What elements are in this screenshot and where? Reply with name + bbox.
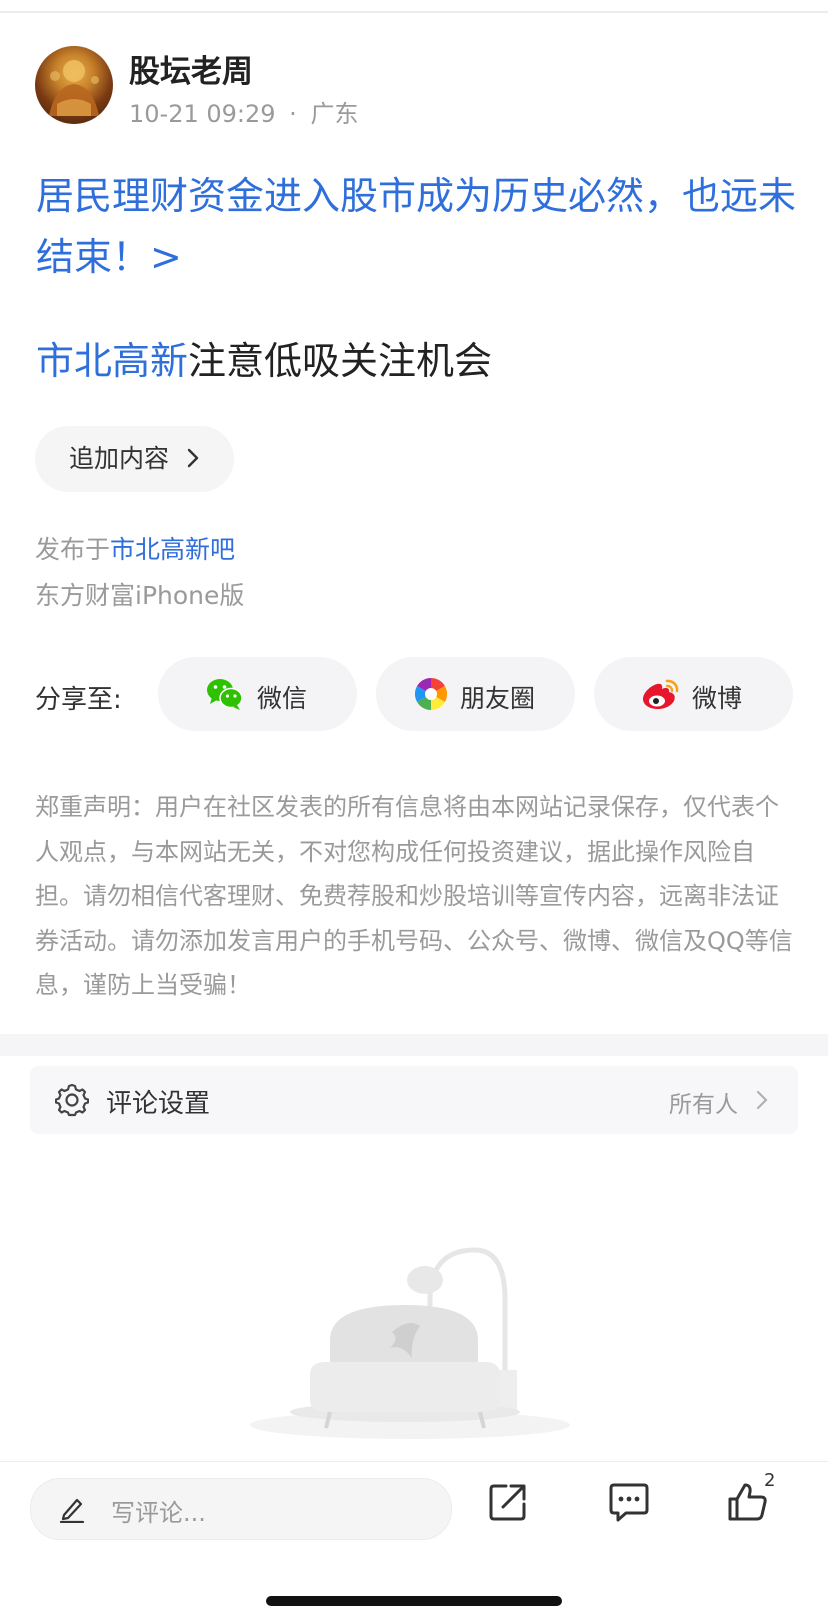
share-moments-label: 朋友圈 [460,684,536,713]
gear-icon [55,1083,89,1117]
append-content-button[interactable]: 追加内容 [35,426,234,492]
published-prefix: 发布于 [35,535,111,564]
empty-comments-illustration [250,1247,570,1439]
share-external-icon[interactable] [488,1482,528,1522]
comment-settings-label: 评论设置 [106,1089,211,1119]
share-weibo-button[interactable]: 微博 [594,657,793,731]
disclaimer-text: 郑重声明：用户在社区发表的所有信息将由本网站记录保存，仅代表个人观点，与本网站无… [35,793,793,999]
share-wechat-button[interactable]: 微信 [158,657,357,731]
device-source: 东方财富iPhone版 [35,581,245,610]
share-moments-button[interactable]: 朋友圈 [376,657,575,731]
post-subtitle: 市北高新注意低吸关注机会 [36,330,492,385]
weibo-icon [643,679,679,709]
author-name[interactable]: 股坛老周 [129,46,253,91]
post-location: 广东 [310,100,359,128]
post-meta: 10-21 09:29 · 广东 [129,94,358,129]
comment-icon[interactable] [608,1482,650,1522]
stock-tag-link[interactable]: 市北高新 [36,339,188,383]
avatar[interactable] [35,46,113,124]
headline-link[interactable]: 居民理财资金进入股市成为历史必然，也远未结束！> [36,166,796,288]
pencil-icon [59,1498,85,1523]
top-divider [0,11,828,13]
chevron-right-icon [187,448,199,468]
share-weibo-label: 微博 [692,684,743,713]
comment-settings-row[interactable]: 评论设置 所有人 [30,1066,798,1134]
comment-settings-value: 所有人 [669,1092,738,1118]
published-info: 发布于市北高新吧 [35,530,235,566]
wechat-icon [207,679,243,710]
write-comment-input[interactable]: 写评论... [30,1478,452,1540]
section-separator [0,1034,828,1056]
bottom-action-bar: 写评论... 2 [0,1461,828,1621]
meta-dot: · [289,100,297,128]
comment-placeholder: 写评论... [111,1499,206,1527]
subtitle-text: 注意低吸关注机会 [188,339,493,383]
chevron-right-icon [756,1090,768,1110]
forum-bar-link[interactable]: 市北高新吧 [110,535,235,564]
share-label: 分享至: [35,685,122,715]
thumbs-up-icon[interactable] [727,1482,769,1522]
append-content-label: 追加内容 [69,444,170,473]
post-time: 10-21 09:29 [129,100,276,128]
share-wechat-label: 微信 [257,684,308,713]
home-indicator [266,1596,562,1606]
like-count: 2 [764,1470,776,1491]
moments-icon [414,677,448,711]
